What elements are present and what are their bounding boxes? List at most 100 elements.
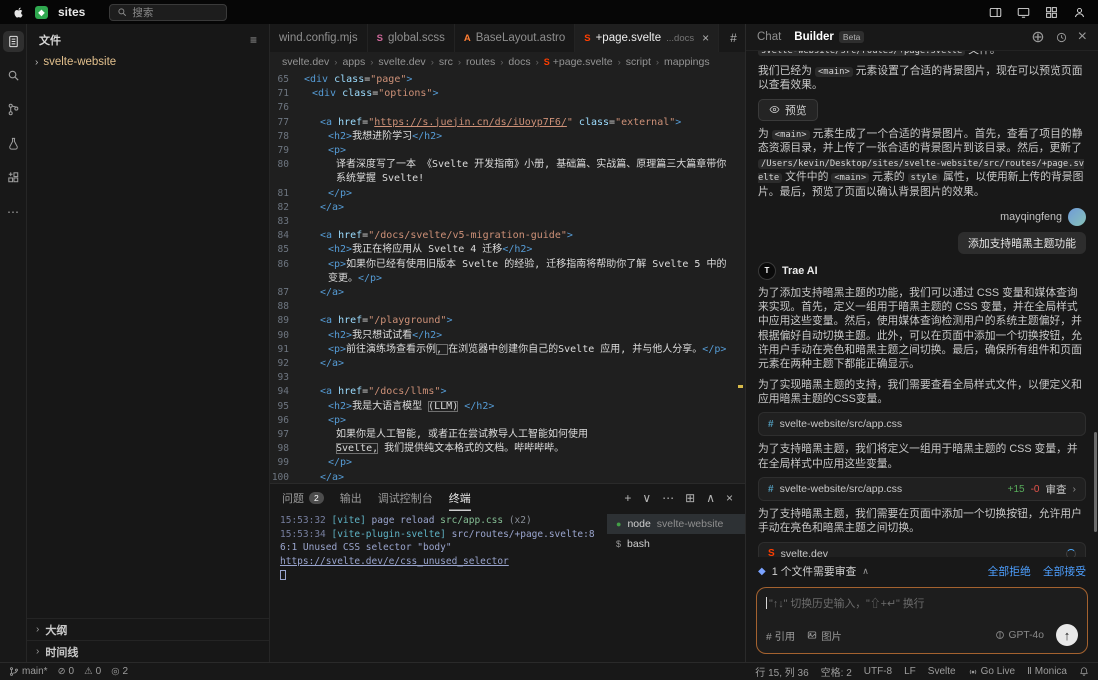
new-terminal-icon[interactable]: + bbox=[624, 491, 631, 505]
explorer-icon[interactable] bbox=[3, 31, 24, 52]
close-icon[interactable]: × bbox=[1078, 28, 1087, 46]
panel-layout-icon[interactable] bbox=[989, 6, 1002, 19]
code-line[interactable]: 95<h2>我是大语言模型 (LLM) </h2> bbox=[270, 400, 745, 414]
account-icon[interactable] bbox=[1073, 6, 1086, 19]
notifications-bell-icon[interactable] bbox=[1079, 666, 1089, 677]
editor-tab-page-svelte[interactable]: S+page.svelte...docs× bbox=[575, 24, 719, 52]
editor-tab-baselayout-astro[interactable]: ABaseLayout.astro bbox=[455, 24, 575, 52]
breadcrumb-item-mappings[interactable]: mappings bbox=[664, 56, 710, 68]
source-control-icon[interactable] bbox=[3, 99, 24, 120]
breadcrumb-item-docs[interactable]: docs bbox=[508, 56, 530, 68]
code-line[interactable]: 100</a> bbox=[270, 471, 745, 483]
folder-item[interactable]: › svelte-website bbox=[27, 54, 269, 70]
code-line[interactable]: 80译者深度写了一本 《Svelte 开发指南》小册, 基础篇、实战篇、原理篇三… bbox=[270, 158, 745, 186]
breadcrumb-item-routes[interactable]: routes bbox=[466, 56, 495, 68]
test-flask-icon[interactable] bbox=[3, 133, 24, 154]
code-line[interactable]: 76 bbox=[270, 101, 745, 115]
code-line[interactable]: 94<a href="/docs/llms"> bbox=[270, 385, 745, 399]
breadcrumb-item-script[interactable]: script bbox=[626, 56, 651, 68]
code-line[interactable]: 99</p> bbox=[270, 456, 745, 470]
code-line[interactable]: 86<p>如果你已经有使用旧版本 Svelte 的经验, 迁移指南将帮助你了解 … bbox=[270, 258, 745, 286]
chat-input[interactable]: "↑↓" 切换历史输入，"⇧+↵" 换行 # 引用 图片 GPT-4o ↑ bbox=[756, 587, 1088, 654]
send-button[interactable]: ↑ bbox=[1056, 624, 1078, 646]
grid-icon[interactable] bbox=[1045, 6, 1058, 19]
warnings-indicator[interactable]: ⚠0 bbox=[84, 666, 101, 677]
code-line[interactable]: 98Svelte, 我们提供纯文本格式的文档。哔哔哔哔。 bbox=[270, 442, 745, 456]
panel-tab-问题[interactable]: 问题2 bbox=[282, 484, 324, 511]
monica-extension[interactable]: ⅡMonica bbox=[1027, 666, 1067, 677]
breadcrumb-item-svelte-dev[interactable]: svelte.dev bbox=[282, 56, 329, 68]
code-line[interactable]: 90<h2>我只想试试看</h2> bbox=[270, 329, 745, 343]
code-line[interactable]: 91<p>前往演练场查看示例, 在浏览器中创建你自己的Svelte 应用, 并与… bbox=[270, 343, 745, 357]
language-mode[interactable]: Svelte bbox=[928, 666, 956, 677]
code-line[interactable]: 77<a href="https://s.juejin.cn/ds/iUoyp7… bbox=[270, 116, 745, 130]
editor-tab-global-scss[interactable]: Sglobal.scss bbox=[368, 24, 455, 52]
code-line[interactable]: 65<div class="page"> bbox=[270, 73, 745, 87]
preview-button[interactable]: 预览 bbox=[758, 99, 818, 121]
breadcrumb-item-svelte-dev[interactable]: svelte.dev bbox=[378, 56, 425, 68]
terminal-output[interactable]: 15:53:32 [vite] page reload src/app.css … bbox=[270, 511, 607, 662]
indentation[interactable]: 空格: 2 bbox=[821, 664, 852, 679]
chat-tab-chat[interactable]: Chat bbox=[757, 31, 781, 43]
code-line[interactable]: 71<div class="options"> bbox=[270, 87, 745, 101]
close-panel-icon[interactable]: × bbox=[726, 491, 733, 505]
app-menu-title[interactable]: sites bbox=[58, 5, 85, 19]
image-chip[interactable]: 图片 bbox=[807, 628, 842, 643]
encoding[interactable]: UTF-8 bbox=[864, 666, 892, 677]
chat-scrollbar[interactable] bbox=[1094, 432, 1097, 532]
history-icon[interactable] bbox=[1056, 32, 1067, 43]
panel-tab-输出[interactable]: 输出 bbox=[340, 484, 362, 511]
reject-all-button[interactable]: 全部拒绝 bbox=[988, 563, 1031, 579]
sidebar-section-时间线[interactable]: ›时间线 bbox=[27, 640, 269, 662]
panel-tab-终端[interactable]: 终端 bbox=[449, 484, 471, 511]
chevron-up-icon[interactable]: ∧ bbox=[862, 566, 869, 577]
review-link[interactable]: 审查 bbox=[1046, 482, 1067, 497]
errors-indicator[interactable]: ⊘0 bbox=[58, 666, 75, 677]
git-branch-indicator[interactable]: main* bbox=[9, 666, 48, 677]
file-card[interactable]: #svelte-website/src/app.css+15-0审查› bbox=[758, 477, 1086, 501]
code-line[interactable]: 93 bbox=[270, 371, 745, 385]
split-terminal-icon[interactable]: ⊞ bbox=[685, 491, 695, 505]
chat-tab-builder[interactable]: BuilderBeta bbox=[794, 31, 864, 43]
accept-all-button[interactable]: 全部接受 bbox=[1043, 563, 1086, 579]
breadcrumb-item-apps[interactable]: apps bbox=[342, 56, 365, 68]
explorer-more-icon[interactable]: ≡ bbox=[250, 33, 257, 47]
code-line[interactable]: 97如果你是人工智能, 或者正在尝试教导人工智能如何使用 bbox=[270, 428, 745, 442]
editor-tab-wind-config-mjs[interactable]: wind.config.mjs bbox=[270, 24, 368, 52]
go-live-button[interactable]: Go Live bbox=[968, 666, 1015, 677]
menubar-search[interactable]: 搜索 bbox=[109, 4, 227, 21]
code-line[interactable]: 83 bbox=[270, 215, 745, 229]
breadcrumb-item-src[interactable]: src bbox=[439, 56, 453, 68]
close-icon[interactable]: × bbox=[702, 31, 709, 45]
terminal-process-node[interactable]: ●nodesvelte-website bbox=[607, 514, 745, 534]
code-line[interactable]: 84<a href="/docs/svelte/v5-migration-gui… bbox=[270, 229, 745, 243]
code-line[interactable]: 92</a> bbox=[270, 357, 745, 371]
ports-indicator[interactable]: ◎2 bbox=[111, 666, 128, 677]
eol-indicator[interactable]: LF bbox=[904, 666, 916, 677]
panel-tab-调试控制台[interactable]: 调试控制台 bbox=[378, 484, 433, 511]
more-icon[interactable]: ⋯ bbox=[3, 201, 24, 222]
file-card[interactable]: #svelte-website/src/app.css bbox=[758, 412, 1086, 436]
sidebar-section-大纲[interactable]: ›大纲 bbox=[27, 618, 269, 640]
new-chat-icon[interactable]: ⊕ bbox=[1031, 27, 1044, 47]
extensions-icon[interactable] bbox=[3, 167, 24, 188]
display-icon[interactable] bbox=[1017, 6, 1030, 19]
code-line[interactable]: 78<h2>我想进阶学习</h2> bbox=[270, 130, 745, 144]
code-line[interactable]: 88 bbox=[270, 300, 745, 314]
code-line[interactable]: 96<p> bbox=[270, 414, 745, 428]
breadcrumb-item-page-svelte[interactable]: S+page.svelte bbox=[544, 56, 613, 68]
more-actions-icon[interactable]: ⋯ bbox=[662, 491, 674, 505]
code-line[interactable]: 85<h2>我正在将应用从 Svelte 4 迁移</h2> bbox=[270, 243, 745, 257]
code-line[interactable]: 89<a href="/playground"> bbox=[270, 314, 745, 328]
code-line[interactable]: 82</a> bbox=[270, 201, 745, 215]
site-card[interactable]: Ssvelte.dev bbox=[758, 542, 1086, 557]
terminal-process-bash[interactable]: $bash bbox=[607, 534, 745, 554]
code-line[interactable]: 79<p> bbox=[270, 144, 745, 158]
model-selector[interactable]: GPT-4o bbox=[995, 630, 1044, 641]
search-icon[interactable] bbox=[3, 65, 24, 86]
terminal-dropdown-icon[interactable]: ∨ bbox=[642, 491, 651, 505]
cursor-position[interactable]: 行 15, 列 36 bbox=[755, 664, 808, 679]
apple-menu-icon[interactable] bbox=[12, 5, 25, 20]
code-line[interactable]: 81</p> bbox=[270, 187, 745, 201]
maximize-panel-icon[interactable]: ∧ bbox=[706, 491, 715, 505]
